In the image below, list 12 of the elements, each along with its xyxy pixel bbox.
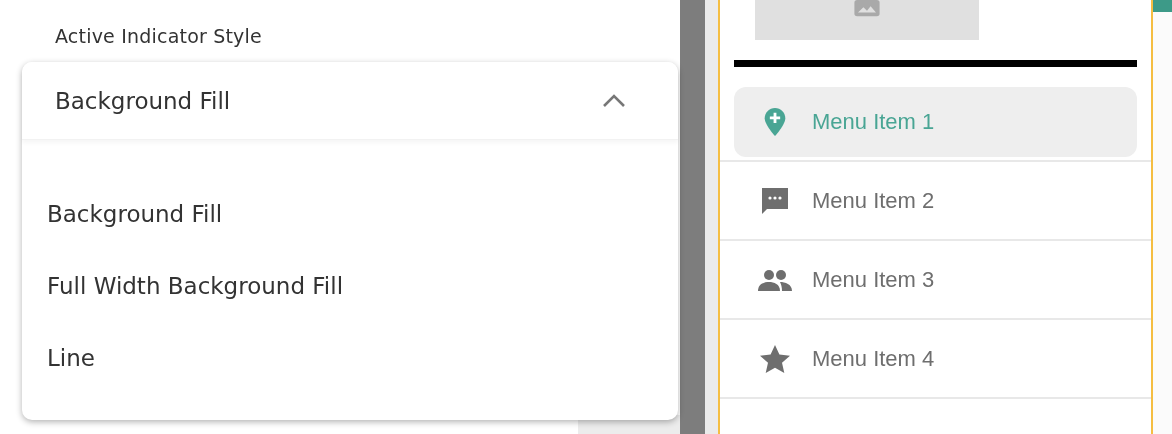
dropdown-option[interactable]: Background Fill bbox=[22, 202, 678, 274]
menu-item[interactable]: Menu Item 2 bbox=[734, 165, 1137, 236]
menu-item[interactable]: Menu Item 3 bbox=[734, 244, 1137, 315]
field-label: Active Indicator Style bbox=[55, 25, 262, 47]
dropdown-option[interactable]: Line bbox=[22, 346, 678, 418]
star-icon bbox=[758, 344, 792, 373]
menu-item[interactable]: Menu Item 4 bbox=[734, 323, 1137, 394]
button-edge bbox=[1153, 0, 1172, 12]
select-field[interactable]: Background Fill bbox=[22, 62, 678, 140]
people-icon bbox=[758, 268, 792, 291]
caret-icon bbox=[602, 93, 626, 108]
dropdown-option[interactable]: Full Width Background Fill bbox=[22, 274, 678, 346]
